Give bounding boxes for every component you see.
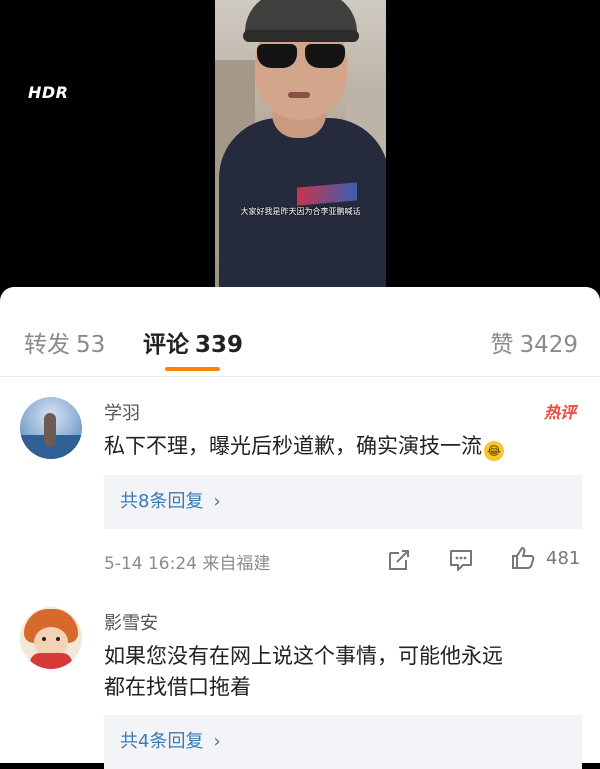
- chevron-right-icon: ›: [213, 731, 221, 752]
- sunglasses: [255, 44, 347, 70]
- video-player[interactable]: HDR 大家好我是昨天因为合李亚鹏喊话: [0, 0, 600, 300]
- tab-bar: 转发 53 评论 339 赞 3429: [0, 287, 600, 377]
- avatar-figure: [44, 413, 56, 447]
- tab-like-label: 赞: [490, 332, 514, 358]
- tab-like[interactable]: 赞 3429: [490, 325, 578, 359]
- avatar-dress: [30, 653, 72, 669]
- comment-meta: 5-14 16:24 来自福建: [104, 554, 271, 574]
- comment-text-body: 私下不理，曝光后秒道歉，确实演技一流: [104, 434, 482, 458]
- person-mouth: [288, 92, 310, 98]
- comment-text-line: 都在找借口拖着: [104, 675, 251, 699]
- thumbs-up-icon[interactable]: [510, 545, 536, 571]
- hot-comment-badge: 热评: [543, 403, 576, 422]
- avatar-eye: [42, 637, 46, 641]
- laughing-emoji-icon: 😂: [484, 441, 504, 461]
- tab-like-count: 3429: [519, 332, 578, 358]
- tab-comment-label: 评论: [143, 332, 189, 358]
- tab-comment[interactable]: 评论 339: [143, 325, 243, 359]
- comment-username[interactable]: 影雪安: [104, 609, 158, 635]
- tab-forward-count: 53: [76, 332, 106, 358]
- avatar-eye: [56, 637, 60, 641]
- comment-sheet: 转发 53 评论 339 赞 3429 学羽 热评 私下不理，曝光后秒道歉，确实演技一…: [0, 287, 600, 769]
- divider: [0, 376, 600, 377]
- video-frame: 大家好我是昨天因为合李亚鹏喊话: [215, 0, 386, 300]
- comment-text-line: 如果您没有在网上说这个事情，可能他永远: [104, 644, 503, 668]
- reply-count-label: 共8条回复: [120, 491, 204, 512]
- view-replies-button[interactable]: 共8条回复 ›: [104, 475, 582, 529]
- comment-text: 私下不理，曝光后秒道歉，确实演技一流 😂: [104, 431, 584, 462]
- cap-brim: [243, 30, 359, 42]
- comment-username[interactable]: 学羽: [104, 399, 140, 425]
- avatar[interactable]: [20, 397, 82, 459]
- comment-icon[interactable]: [448, 547, 474, 573]
- avatar[interactable]: [20, 607, 82, 669]
- active-tab-indicator: [165, 367, 220, 371]
- tab-forward-label: 转发: [24, 332, 70, 358]
- reply-count-label: 共4条回复: [120, 731, 204, 752]
- tab-comment-count: 339: [195, 332, 244, 358]
- share-icon[interactable]: [386, 547, 412, 573]
- hdr-label: HDR: [28, 83, 69, 102]
- comment-text: 如果您没有在网上说这个事情，可能他永远 都在找借口拖着: [104, 641, 584, 703]
- like-count: 481: [546, 548, 581, 569]
- video-subtitle: 大家好我是昨天因为合李亚鹏喊话: [240, 207, 361, 216]
- chevron-right-icon: ›: [213, 491, 221, 512]
- view-replies-button[interactable]: 共4条回复 ›: [104, 715, 582, 769]
- tab-forward[interactable]: 转发 53: [24, 325, 105, 359]
